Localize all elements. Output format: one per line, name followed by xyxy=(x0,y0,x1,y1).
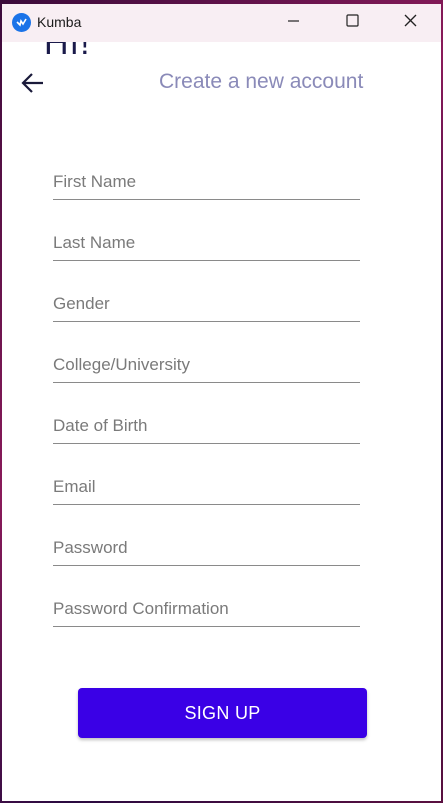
date-of-birth-field-container xyxy=(53,404,360,444)
maximize-icon xyxy=(345,14,359,32)
password-field[interactable] xyxy=(53,526,360,565)
password-confirmation-field[interactable] xyxy=(53,587,360,626)
email-field[interactable] xyxy=(53,465,360,504)
sign-up-button[interactable]: SIGN UP xyxy=(78,688,367,738)
first-name-field[interactable] xyxy=(53,160,360,199)
college-field-container xyxy=(53,343,360,383)
page-title: Create a new account xyxy=(159,70,364,93)
signup-page: Hi! Create a new account First Name Last… xyxy=(2,42,441,801)
last-name-field-container xyxy=(53,221,360,261)
close-icon xyxy=(404,14,417,32)
college-field[interactable] xyxy=(53,343,360,382)
last-name-field[interactable] xyxy=(53,221,360,260)
title-bar[interactable]: Kumba xyxy=(2,4,441,42)
app-window: Kumba Hi! Create a new account First Nam… xyxy=(2,4,441,801)
window-title: Kumba xyxy=(37,14,82,30)
gender-field[interactable] xyxy=(53,282,360,321)
greeting-text: Hi! xyxy=(44,42,92,62)
kumba-app-icon xyxy=(12,13,31,32)
maximize-button[interactable] xyxy=(329,4,375,42)
gender-field-container xyxy=(53,282,360,322)
password-confirmation-field-container xyxy=(53,587,360,627)
close-button[interactable] xyxy=(387,4,433,42)
back-button[interactable] xyxy=(20,70,46,96)
email-field-container xyxy=(53,465,360,505)
date-of-birth-field[interactable] xyxy=(53,404,360,443)
first-name-field-container xyxy=(53,160,360,200)
arrow-left-icon xyxy=(20,73,46,100)
minimize-button[interactable] xyxy=(271,4,317,42)
minimize-icon xyxy=(288,14,300,32)
password-field-container xyxy=(53,526,360,566)
